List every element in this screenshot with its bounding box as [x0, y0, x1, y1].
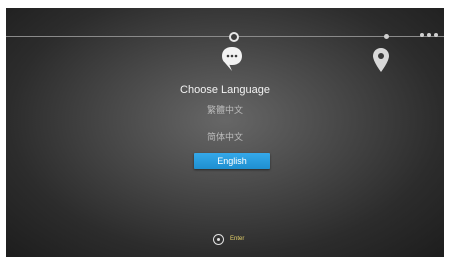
more-dots-icon: [420, 29, 438, 41]
page-title: Choose Language: [180, 84, 270, 96]
location-pin-icon: [373, 48, 389, 72]
current-step-marker: [229, 32, 239, 42]
progress-line: [6, 36, 444, 37]
next-step-marker: [384, 34, 389, 39]
language-option-english[interactable]: English: [194, 153, 270, 169]
enter-hint: Enter: [213, 232, 244, 246]
enter-hint-label: Enter: [230, 236, 245, 242]
chat-bubble-icon: [222, 47, 242, 71]
enter-icon: [213, 233, 224, 245]
language-option-simplified-chinese[interactable]: 简体中文: [0, 130, 450, 143]
language-option-traditional-chinese[interactable]: 繁體中文: [0, 103, 450, 116]
